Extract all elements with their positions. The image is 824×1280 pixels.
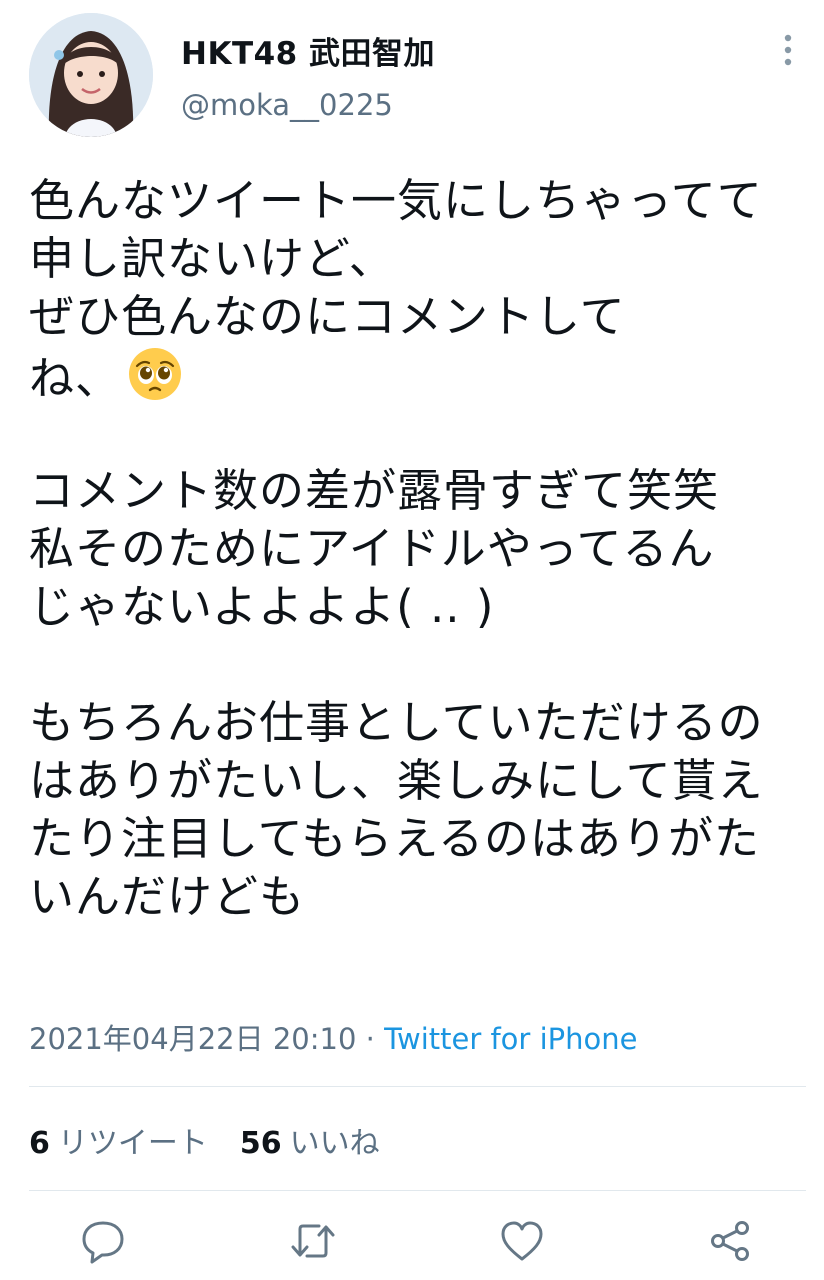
tweet-line-with-emoji: ね、 bbox=[29, 346, 819, 405]
like-stat[interactable]: 56 いいね bbox=[240, 1126, 380, 1161]
tweet-line: 私そのためにアイドルやってるん bbox=[29, 522, 715, 575]
more-options-icon[interactable] bbox=[772, 30, 804, 70]
like-label: いいね bbox=[289, 1126, 380, 1161]
retweet-stat[interactable]: 6 リツイート bbox=[29, 1126, 208, 1161]
tweet-line: じゃないよよよよ( .. ) bbox=[29, 580, 495, 633]
pleading-face-emoji-icon bbox=[127, 346, 183, 416]
tweet-line: 申し訳ないけど、 bbox=[29, 232, 395, 285]
like-count: 56 bbox=[239, 1126, 282, 1161]
divider bbox=[29, 1190, 806, 1191]
tweet-source[interactable]: Twitter for iPhone bbox=[384, 1022, 637, 1056]
tweet-line: 色んなツイート一気にしちゃってて bbox=[29, 174, 763, 227]
tweet-line: ね、 bbox=[29, 352, 122, 405]
user-handle[interactable]: @moka__0225 bbox=[181, 88, 393, 122]
meta-separator: · bbox=[356, 1022, 385, 1056]
tweet-line: もちろんお仕事としていただけるの bbox=[29, 696, 764, 749]
display-name[interactable]: HKT48 武田智加 bbox=[181, 28, 435, 73]
reply-icon bbox=[80, 1218, 126, 1268]
reply-button[interactable] bbox=[78, 1218, 128, 1268]
avatar[interactable] bbox=[29, 13, 153, 137]
paragraph-break bbox=[29, 636, 819, 694]
tweet-line: はありがたいし、楽しみにして貰え bbox=[29, 754, 764, 807]
retweet-label: リツイート bbox=[57, 1126, 208, 1161]
tweet-line: コメント数の差が露骨すぎて笑笑 bbox=[29, 464, 720, 517]
tweet-text: 色んなツイート一気にしちゃってて 申し訳ないけど、 ぜひ色んなのにコメントして … bbox=[29, 172, 819, 926]
tweet-line: いんだけども bbox=[29, 870, 306, 923]
share-button[interactable] bbox=[705, 1218, 755, 1268]
like-button[interactable] bbox=[497, 1218, 547, 1268]
tweet-header: HKT48 武田智加 @moka__0225 bbox=[0, 0, 824, 140]
tweet-timestamp[interactable]: 2021年04月22日 20:10 bbox=[29, 1022, 356, 1056]
divider bbox=[29, 1086, 806, 1087]
tweet-line: たり注目してもらえるのはありがた bbox=[29, 812, 761, 865]
share-icon bbox=[707, 1218, 753, 1268]
retweet-count: 6 bbox=[29, 1126, 50, 1161]
like-icon bbox=[499, 1218, 545, 1268]
tweet-meta: 2021年04月22日 20:10 · Twitter for iPhone bbox=[29, 1016, 637, 1058]
retweet-button[interactable] bbox=[288, 1218, 338, 1268]
tweet-line: ぜひ色んなのにコメントして bbox=[29, 290, 626, 343]
retweet-icon bbox=[289, 1218, 337, 1268]
tweet-stats: 6 リツイート 56 いいね bbox=[29, 1118, 380, 1162]
